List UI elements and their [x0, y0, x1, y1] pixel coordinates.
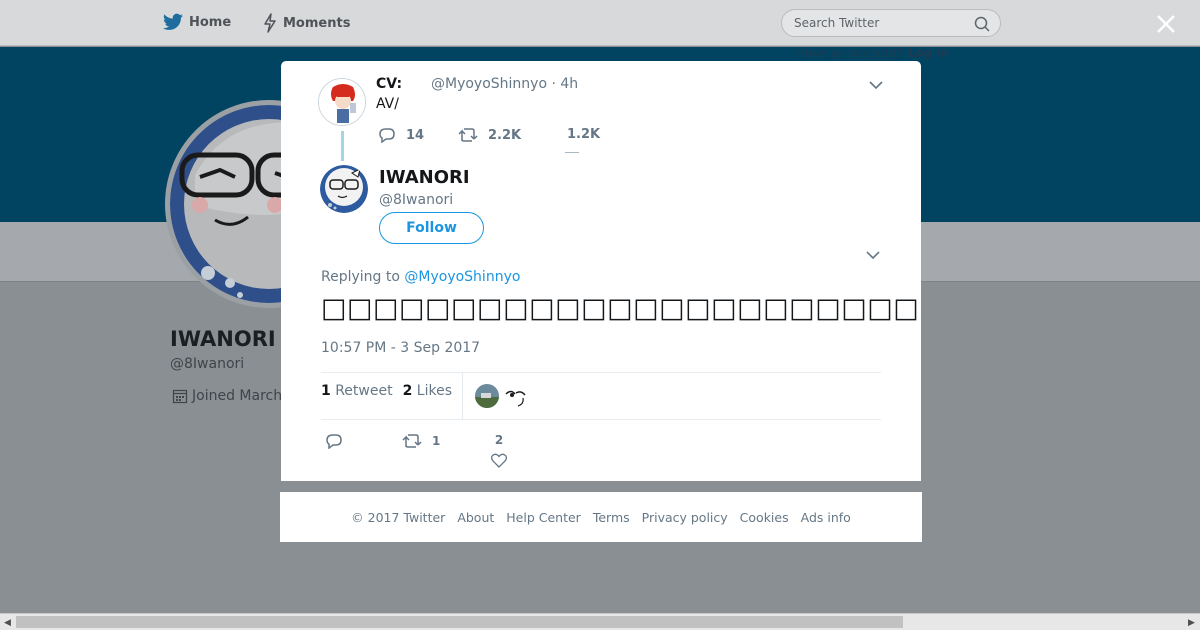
search-icon [974, 16, 990, 32]
parent-like-count: 1.2K [567, 127, 601, 142]
footer-link-ads-info[interactable]: Ads info [801, 510, 851, 525]
account-prompt: Have an account? Log in [796, 46, 949, 60]
footer-copyright: © 2017 Twitter [351, 509, 446, 525]
stats-separator [462, 373, 463, 419]
close-icon[interactable] [1152, 10, 1180, 38]
footer-link-privacy[interactable]: Privacy policy [642, 510, 728, 525]
replying-to: Replying to @MyoyoShinnyo [321, 269, 520, 285]
scrollbar-thumb[interactable] [16, 616, 903, 628]
tweet-author-handle[interactable]: @8Iwanori [379, 192, 453, 208]
profile-joined-label: Joined March [192, 388, 283, 404]
follow-button[interactable]: Follow [379, 212, 484, 244]
replying-prefix: Replying to [321, 269, 400, 285]
parent-reply-count: 14 [406, 127, 425, 143]
heart-icon [565, 152, 579, 156]
nav-home-label: Home [189, 14, 232, 30]
parent-reply-action[interactable]: 14 [378, 127, 424, 143]
like-action[interactable]: 2 [491, 433, 507, 468]
reply-action[interactable] [325, 433, 343, 449]
retweet-icon [458, 128, 478, 142]
tweet-timestamp[interactable]: 10:57 PM - 3 Sep 2017 [321, 340, 480, 356]
calendar-icon [172, 389, 188, 404]
stats-divider-bottom [321, 419, 881, 420]
nav-moments-label: Moments [283, 15, 351, 31]
nav-moments[interactable]: Moments [263, 13, 350, 33]
liker-avatar[interactable] [475, 384, 499, 408]
tweet-author-name[interactable]: IWANORI [379, 167, 470, 188]
tweet-stats: 1 Retweet 2 Likes [321, 383, 452, 399]
footer-link-cookies[interactable]: Cookies [740, 510, 789, 525]
heart-icon [491, 453, 507, 468]
scroll-left-icon[interactable]: ◀ [4, 618, 11, 628]
like-action-count: 2 [494, 433, 504, 447]
reply-icon [379, 128, 395, 143]
likes-stat[interactable]: 2 Likes [403, 383, 452, 399]
parent-retweet-count: 2.2K [488, 127, 522, 143]
have-account-text: Have an account? [796, 46, 904, 60]
thread-connector [341, 131, 344, 161]
retweet-stat[interactable]: 1 Retweet [321, 383, 393, 399]
footer-links: © 2017 Twitter About Help Center Terms P… [280, 492, 922, 542]
likes-stat-label: Likes [416, 383, 452, 399]
search-placeholder: Search Twitter [794, 16, 880, 30]
retweet-stat-label: Retweet [335, 383, 393, 399]
search-input[interactable]: Search Twitter [781, 9, 1001, 37]
parent-tweet-avatar[interactable] [318, 78, 366, 126]
lightning-icon [264, 13, 276, 33]
profile-joined: Joined March [172, 388, 282, 404]
likes-stat-count: 2 [402, 383, 413, 399]
parent-tweet-meta[interactable]: @MyoyoShinnyo · 4h [431, 76, 578, 92]
parent-like-action[interactable]: 1.2K [567, 127, 600, 142]
tweet-author-avatar[interactable] [320, 165, 368, 213]
profile-handle: @8Iwanori [170, 356, 245, 372]
footer-link-terms[interactable]: Terms [593, 510, 630, 525]
twitter-bird-icon [163, 13, 183, 30]
footer-link-about[interactable]: About [457, 510, 494, 525]
horizontal-scrollbar[interactable]: ◀ ▶ [0, 613, 1200, 630]
retweet-action-count: 1 [432, 434, 441, 448]
parent-tweet-text: AV/ [376, 96, 399, 112]
replying-to-link[interactable]: @MyoyoShinnyo [404, 269, 520, 285]
scroll-right-icon[interactable]: ▶ [1188, 618, 1195, 628]
retweet-stat-count: 1 [321, 383, 331, 399]
chevron-down-icon[interactable] [869, 80, 883, 90]
stats-divider-top [321, 372, 881, 373]
log-in-link[interactable]: Log in [907, 46, 948, 60]
chevron-down-icon[interactable] [866, 250, 880, 260]
retweet-action[interactable]: 1 [402, 433, 440, 449]
nav-home[interactable]: Home [163, 13, 231, 31]
footer-link-help-center[interactable]: Help Center [506, 510, 581, 525]
parent-tweet-name[interactable]: CV: [376, 76, 402, 92]
retweet-icon [402, 434, 422, 448]
profile-name: IWANORI [170, 327, 276, 351]
tweet-modal: CV: @MyoyoShinnyo · 4h AV/ 14 2.2K 1.2K … [281, 61, 921, 481]
top-navigation-bar: Home Moments Search Twitter [0, 0, 1200, 46]
reply-icon [326, 434, 342, 449]
liker-avatar[interactable] [503, 384, 527, 408]
parent-retweet-action[interactable]: 2.2K [458, 127, 521, 143]
tweet-text: □□□□□□□□□□□□□□□□□□□□□□□□□□□□□□□□□□□□□□□□… [321, 293, 921, 324]
